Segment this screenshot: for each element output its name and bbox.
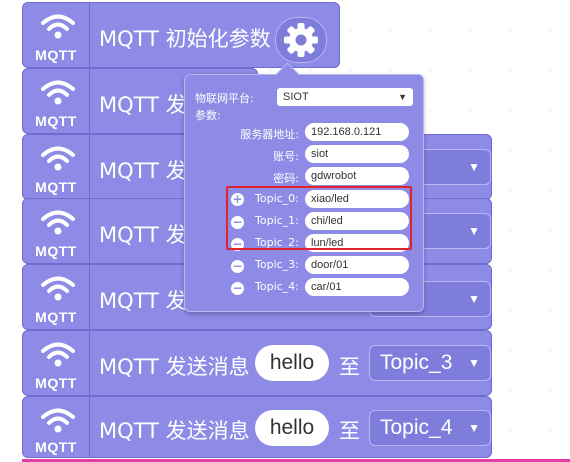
mqtt-logo-text: MQTT [35, 113, 77, 129]
account-label: 账号: [273, 150, 299, 163]
block-icon-area: MQTT [23, 69, 90, 133]
topic-4-input[interactable]: car/01 [305, 278, 409, 296]
account-input[interactable]: siot [305, 145, 409, 163]
block-title: MQTT 发 [99, 289, 187, 313]
topic-value: Topic_4 [380, 416, 453, 439]
wifi-icon [41, 210, 75, 237]
block-title: MQTT 发 [99, 93, 187, 117]
topic-dropdown[interactable]: Topic_3 ▼ [369, 345, 491, 381]
topic-3-label: Topic_3: [255, 258, 299, 271]
block-title: MQTT 发 [99, 159, 187, 183]
wifi-icon [41, 408, 75, 435]
block-icon-area: MQTT [23, 135, 90, 199]
platform-select[interactable]: SIOT ▼ [277, 88, 413, 106]
wifi-icon [41, 146, 75, 173]
caret-down-icon: ▼ [398, 92, 407, 102]
mqtt-logo-text: MQTT [35, 375, 77, 391]
params-label: 参数: [195, 109, 221, 122]
to-label: 至 [339, 355, 360, 379]
mqtt-logo-text: MQTT [35, 179, 77, 195]
topic-3-input[interactable]: door/01 [305, 256, 409, 274]
block-title: MQTT 发送消息 [99, 355, 250, 379]
mqtt-send-block[interactable]: MQTT MQTT 发送消息 hello 至 Topic_4 ▼ [22, 396, 492, 458]
gear-icon [284, 23, 318, 57]
gear-button[interactable] [275, 17, 327, 63]
password-input[interactable]: gdwrobot [305, 167, 409, 185]
mqtt-send-block[interactable]: MQTT MQTT 发送消息 hello 至 Topic_3 ▼ [22, 330, 492, 396]
wifi-icon [41, 80, 75, 107]
wifi-icon [41, 276, 75, 303]
block-icon-area: MQTT [23, 199, 90, 263]
remove-topic-icon[interactable]: − [231, 282, 244, 295]
password-label: 密码: [273, 172, 299, 185]
mqtt-logo-text: MQTT [35, 309, 77, 325]
wifi-icon [41, 342, 75, 369]
highlight-box [226, 186, 412, 250]
platform-value: SIOT [283, 91, 309, 103]
block-icon-area: MQTT [23, 397, 90, 457]
remove-topic-icon[interactable]: − [231, 260, 244, 273]
block-icon-area: MQTT [23, 265, 90, 329]
block-icon-area: MQTT [23, 3, 90, 67]
block-title: MQTT 初始化参数 [99, 27, 271, 51]
caret-down-icon: ▼ [468, 224, 480, 238]
to-label: 至 [339, 419, 360, 443]
wifi-icon [41, 14, 75, 41]
topic-dropdown[interactable]: Topic_4 ▼ [369, 410, 491, 446]
server-address-label: 服务器地址: [240, 128, 299, 141]
message-input[interactable]: hello [255, 410, 329, 446]
caret-down-icon: ▼ [468, 421, 480, 435]
platform-label: 物联网平台: [195, 92, 254, 105]
caret-down-icon: ▼ [468, 160, 480, 174]
topic-4-label: Topic_4: [255, 280, 299, 293]
block-title: MQTT 发 [99, 223, 187, 247]
server-address-input[interactable]: 192.168.0.121 [305, 123, 409, 141]
block-icon-area: MQTT [23, 331, 90, 395]
mqtt-init-block[interactable]: MQTT MQTT 初始化参数 [22, 2, 340, 68]
block-title: MQTT 发送消息 [99, 419, 250, 443]
mqtt-logo-text: MQTT [35, 47, 77, 63]
mqtt-logo-text: MQTT [35, 243, 77, 259]
mqtt-logo-text: MQTT [35, 439, 77, 455]
caret-down-icon: ▼ [468, 356, 480, 370]
topic-value: Topic_3 [380, 351, 453, 374]
message-input[interactable]: hello [255, 345, 329, 381]
caret-down-icon: ▼ [468, 292, 480, 306]
